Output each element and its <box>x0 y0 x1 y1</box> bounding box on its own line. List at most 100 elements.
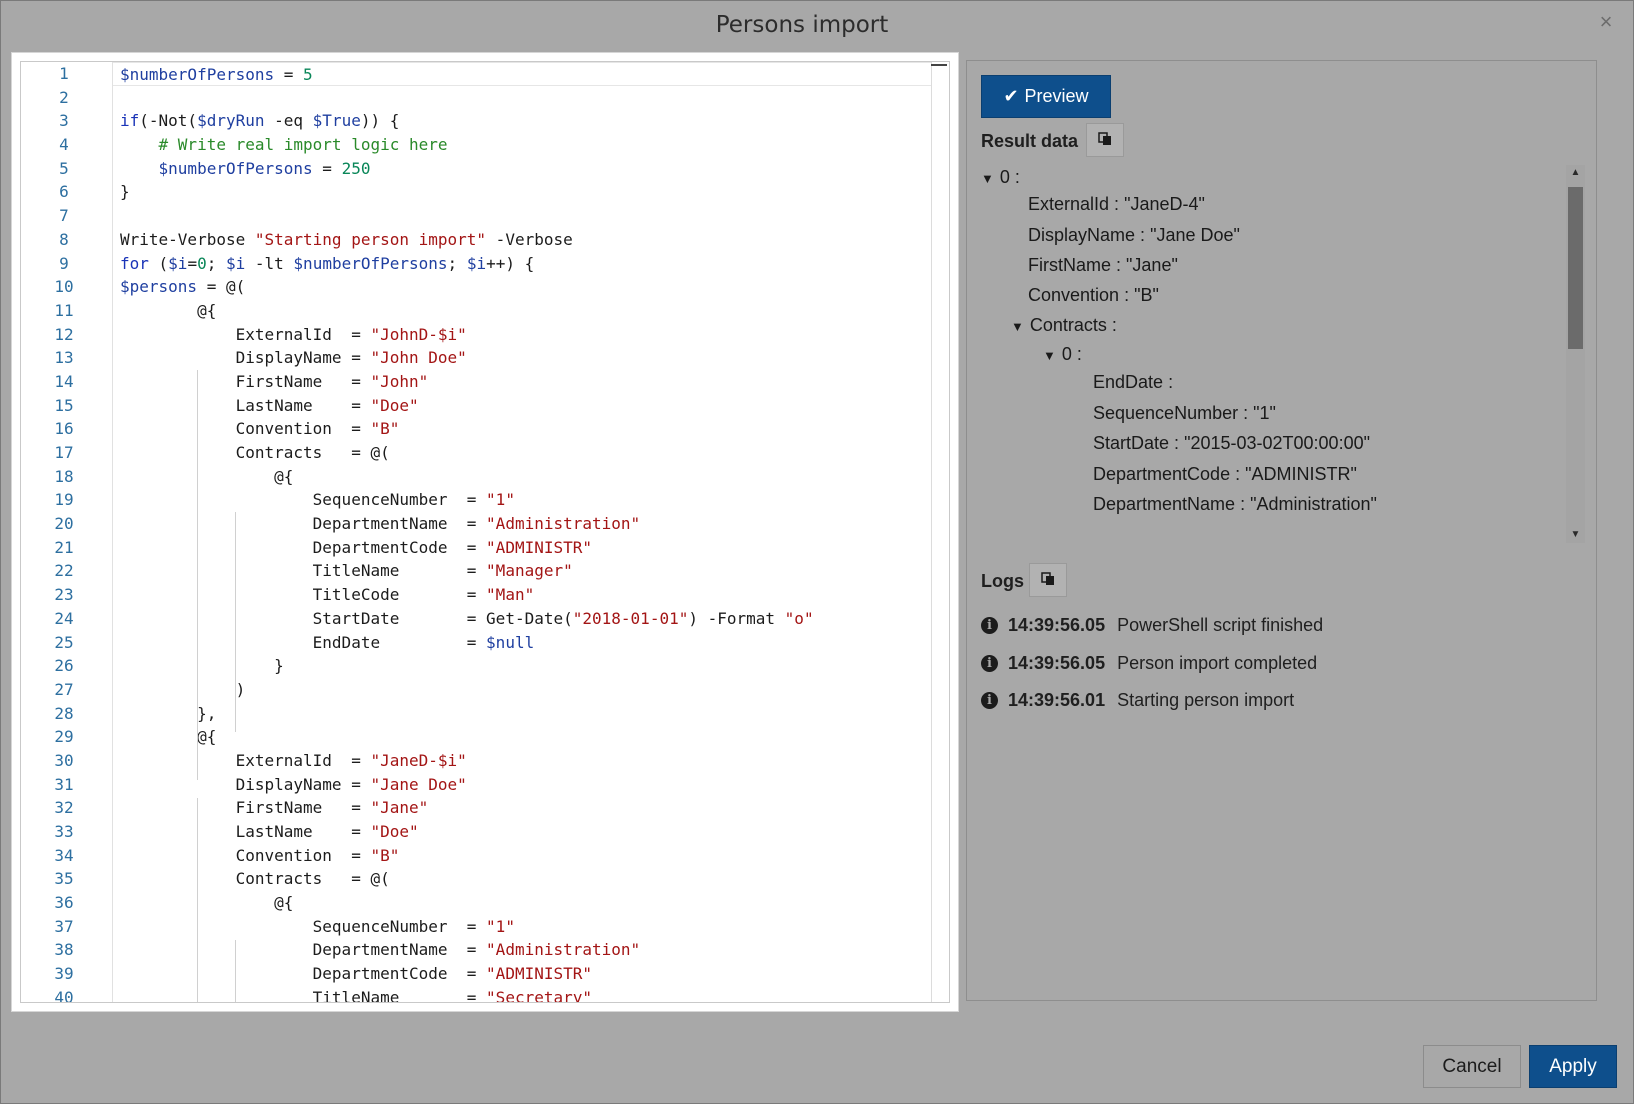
log-entry: i 14:39:56.05 Person import completed <box>981 653 1317 674</box>
line-number: 28 <box>54 703 74 723</box>
code-line[interactable]: Contracts = @( <box>113 441 942 465</box>
line-number: 10 <box>54 277 74 297</box>
code-line[interactable]: FirstName = "Jane" <box>113 796 942 820</box>
line-number: 6 <box>59 182 69 202</box>
result-data-heading: Result data <box>981 131 1079 151</box>
code-line[interactable]: Write-Verbose "Starting person import" -… <box>113 228 942 252</box>
code-line[interactable] <box>113 204 942 228</box>
scroll-position-marker <box>931 64 947 66</box>
tree-node: EndDate : <box>1093 372 1174 392</box>
line-number: 23 <box>54 585 74 605</box>
code-line[interactable]: DisplayName = "Jane Doe" <box>113 773 942 797</box>
log-time: 14:39:56.05 <box>1008 615 1106 635</box>
code-line[interactable]: @{ <box>113 891 942 915</box>
line-number: 1 <box>59 64 69 83</box>
code-line[interactable] <box>113 86 942 110</box>
code-line[interactable]: # Write real import logic here <box>113 133 942 157</box>
code-line[interactable]: @{ <box>113 299 942 323</box>
scroll-up-icon[interactable]: ▲ <box>1566 165 1585 181</box>
code-line[interactable]: if(-Not($dryRun -eq $True)) { <box>113 109 942 133</box>
apply-button[interactable]: Apply <box>1529 1045 1617 1088</box>
check-icon: ✔ <box>1003 86 1019 106</box>
code-line[interactable]: $persons = @( <box>113 275 942 299</box>
indent-guide <box>197 798 198 1002</box>
code-line[interactable]: }, <box>113 702 942 726</box>
copy-result-button[interactable] <box>1086 123 1124 157</box>
code-line[interactable]: ExternalId = "JaneD-$i" <box>113 749 942 773</box>
cancel-button[interactable]: Cancel <box>1423 1045 1521 1088</box>
tree-node: FirstName : "Jane" <box>1028 255 1178 275</box>
code-line[interactable]: ) <box>113 678 942 702</box>
line-number: 2 <box>59 87 69 107</box>
line-number: 40 <box>54 987 74 1003</box>
code-line[interactable]: TitleName = "Secretary" <box>113 986 942 1002</box>
line-number: 15 <box>54 395 74 415</box>
info-icon: i <box>981 692 998 709</box>
line-number: 31 <box>54 774 74 794</box>
code-line[interactable]: Convention = "B" <box>113 844 942 868</box>
scrollbar-thumb[interactable] <box>1568 187 1583 349</box>
result-tree[interactable]: ▼ 0 : ExternalId : "JaneD-4" DisplayName … <box>977 167 1577 543</box>
code-line[interactable]: @{ <box>113 465 942 489</box>
indent-guide <box>235 512 236 732</box>
editor-scrollbar[interactable] <box>931 62 949 1002</box>
log-message: Starting person import <box>1117 690 1295 710</box>
clipboard-icon <box>1098 131 1112 149</box>
code-line[interactable]: EndDate = $null <box>113 631 942 655</box>
code-line[interactable]: ExternalId = "JohnD-$i" <box>113 323 942 347</box>
copy-logs-button[interactable] <box>1029 563 1067 597</box>
collapse-triangle-icon[interactable]: ▼ <box>1011 319 1024 334</box>
log-time: 14:39:56.01 <box>1008 690 1106 710</box>
collapse-triangle-icon[interactable]: ▼ <box>981 171 994 186</box>
tree-node[interactable]: ▼ Contracts : <box>1011 315 1117 336</box>
clipboard-icon <box>1041 571 1055 589</box>
line-number: 27 <box>54 679 74 699</box>
code-line[interactable]: } <box>113 180 942 204</box>
code-line[interactable]: TitleCode = "Man" <box>113 583 942 607</box>
line-number: 39 <box>54 964 74 984</box>
line-number: 32 <box>54 798 74 818</box>
tree-node: StartDate : "2015-03-02T00:00:00" <box>1093 433 1370 453</box>
code-line[interactable]: TitleName = "Manager" <box>113 559 942 583</box>
collapse-triangle-icon[interactable]: ▼ <box>1043 348 1056 363</box>
code-line[interactable]: Contracts = @( <box>113 867 942 891</box>
line-number: 14 <box>54 371 74 391</box>
code-line[interactable]: DepartmentName = "Administration" <box>113 512 942 536</box>
code-editor[interactable]: 1 2 3 4 5 6 7 8 9 10 11 12 13 14 15 16 17 18 19 20 21 22 23 24 2… <box>20 61 950 1003</box>
code-line[interactable]: DepartmentCode = "ADMINISTR" <box>113 536 942 560</box>
code-line[interactable]: Convention = "B" <box>113 417 942 441</box>
code-line[interactable]: DepartmentName = "Administration" <box>113 938 942 962</box>
code-line[interactable]: FirstName = "John" <box>113 370 942 394</box>
code-line[interactable]: SequenceNumber = "1" <box>113 488 942 512</box>
line-number: 33 <box>54 822 74 841</box>
code-line[interactable]: DisplayName = "John Doe" <box>113 346 942 370</box>
line-number: 8 <box>59 229 69 249</box>
result-scrollbar[interactable]: ▲ ▼ <box>1566 165 1585 543</box>
tree-node[interactable]: ▼ 0 : <box>981 167 1020 188</box>
close-icon[interactable]: × <box>1594 10 1618 34</box>
code-line[interactable]: $numberOfPersons = 250 <box>113 157 942 181</box>
editor-frame: 1 2 3 4 5 6 7 8 9 10 11 12 13 14 15 16 17 18 19 20 21 22 23 24 2… <box>11 52 959 1012</box>
code-line[interactable]: SequenceNumber = "1" <box>113 915 942 939</box>
line-number-gutter: 1 2 3 4 5 6 7 8 9 10 11 12 13 14 15 16 17 18 19 20 21 22 23 24 2… <box>21 62 103 1002</box>
code-line[interactable]: DepartmentCode = "ADMINISTR" <box>113 962 942 986</box>
tree-node: Convention : "B" <box>1028 285 1159 305</box>
line-number: 17 <box>54 443 74 462</box>
code-line[interactable]: StartDate = Get-Date("2018-01-01") -Form… <box>113 607 942 631</box>
info-icon: i <box>981 655 998 672</box>
code-line[interactable]: @{ <box>113 725 942 749</box>
code-line[interactable]: } <box>113 654 942 678</box>
line-number: 25 <box>54 632 74 652</box>
code-line[interactable]: LastName = "Doe" <box>113 820 942 844</box>
line-number: 3 <box>59 111 69 131</box>
line-number: 22 <box>54 561 74 581</box>
scroll-down-icon[interactable]: ▼ <box>1566 527 1585 543</box>
preview-button[interactable]: ✔ Preview <box>981 75 1111 118</box>
code-line[interactable]: for ($i=0; $i -lt $numberOfPersons; $i++… <box>113 252 942 276</box>
log-message: PowerShell script finished <box>1117 615 1324 635</box>
log-message: Person import completed <box>1117 653 1318 673</box>
code-area[interactable]: $numberOfPersons = 5 if(-Not($dryRun -eq… <box>112 62 942 1002</box>
tree-node[interactable]: ▼ 0 : <box>1043 344 1082 365</box>
code-line[interactable]: LastName = "Doe" <box>113 394 942 418</box>
code-line[interactable]: $numberOfPersons = 5 <box>113 62 942 86</box>
